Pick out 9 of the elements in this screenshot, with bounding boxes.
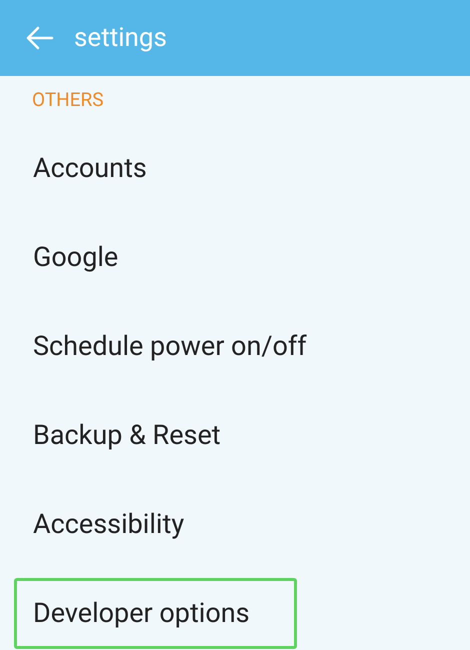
section-header: OTHERS [32, 86, 104, 113]
settings-item[interactable]: Google [14, 222, 138, 293]
settings-item[interactable]: Schedule power on/off [14, 311, 326, 382]
settings-item[interactable]: Accessibility [14, 489, 204, 560]
screen-title: settings [74, 22, 167, 54]
settings-item[interactable]: Developer options [14, 578, 297, 649]
settings-item[interactable]: Accounts [14, 133, 166, 204]
settings-item[interactable]: Backup & Reset [14, 400, 240, 471]
back-icon[interactable] [26, 26, 54, 50]
